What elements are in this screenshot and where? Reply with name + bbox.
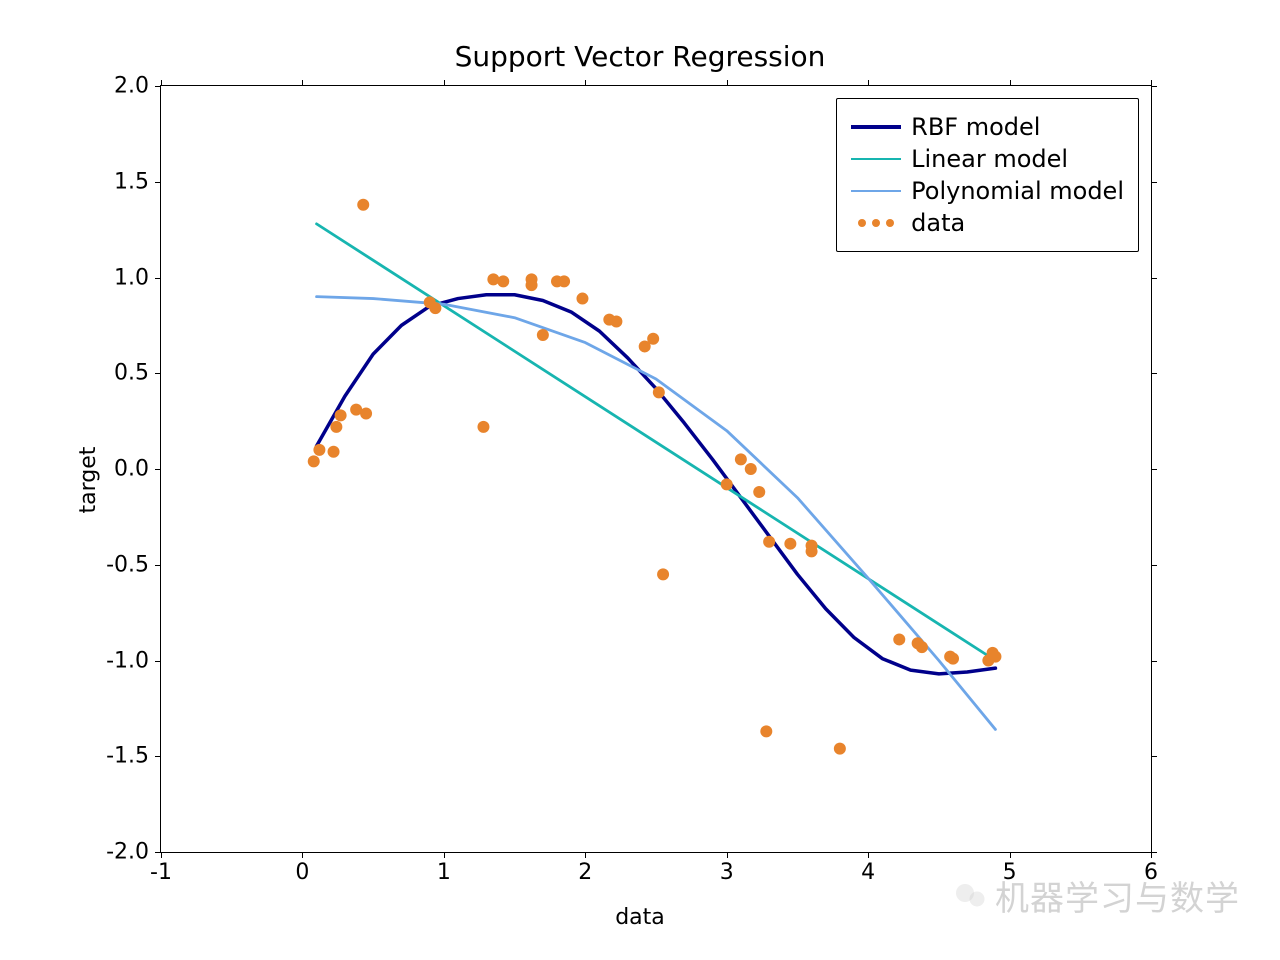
series-line [317, 295, 996, 674]
data-point [610, 316, 622, 328]
y-axis-label: target [76, 447, 101, 514]
y-tick-label: -1.0 [106, 648, 161, 673]
data-point [784, 538, 796, 550]
legend: RBF model Linear model Polynomial model dat… [836, 98, 1139, 252]
legend-label: RBF model [911, 113, 1040, 141]
data-point [721, 478, 733, 490]
data-point [477, 421, 489, 433]
x-axis-label: data [0, 905, 1280, 930]
legend-label: Linear model [911, 145, 1068, 173]
y-tick-label: -1.5 [106, 744, 161, 769]
data-point [735, 453, 747, 465]
data-point [576, 293, 588, 305]
legend-marker-swatch [851, 213, 901, 233]
data-point [806, 540, 818, 552]
data-point [357, 199, 369, 211]
y-tick-label: -0.5 [106, 552, 161, 577]
legend-entry: data [851, 209, 1124, 237]
data-point [313, 444, 325, 456]
data-point [893, 633, 905, 645]
legend-entry: RBF model [851, 113, 1124, 141]
series-line [317, 224, 996, 661]
data-point [834, 743, 846, 755]
legend-line-swatch [851, 117, 901, 137]
legend-entry: Polynomial model [851, 177, 1124, 205]
data-point [947, 653, 959, 665]
legend-line-swatch [851, 181, 901, 201]
legend-label: Polynomial model [911, 177, 1124, 205]
plot-area: RBF model Linear model Polynomial model dat… [160, 85, 1152, 853]
data-point [330, 421, 342, 433]
data-point [647, 333, 659, 345]
data-point [537, 329, 549, 341]
data-point [760, 725, 772, 737]
data-point [763, 536, 775, 548]
data-point [653, 386, 665, 398]
data-point [989, 651, 1001, 663]
legend-entry: Linear model [851, 145, 1124, 173]
figure: Support Vector Regression target data RB… [0, 0, 1280, 960]
data-point [916, 641, 928, 653]
data-point [308, 455, 320, 467]
data-point [360, 407, 372, 419]
y-tick-label: 0.5 [114, 361, 161, 386]
data-point [745, 463, 757, 475]
data-point [429, 302, 441, 314]
y-tick-label: 0.0 [114, 457, 161, 482]
data-point [558, 275, 570, 287]
data-point [335, 409, 347, 421]
legend-label: data [911, 209, 965, 237]
chart-title: Support Vector Regression [0, 40, 1280, 73]
data-point [657, 568, 669, 580]
data-point [328, 446, 340, 458]
data-point [526, 273, 538, 285]
data-point [753, 486, 765, 498]
data-point [487, 273, 499, 285]
legend-line-swatch [851, 149, 901, 169]
y-tick-label: 1.5 [114, 169, 161, 194]
y-tick-label: 2.0 [114, 74, 161, 99]
data-point [497, 275, 509, 287]
y-tick-label: 1.0 [114, 265, 161, 290]
